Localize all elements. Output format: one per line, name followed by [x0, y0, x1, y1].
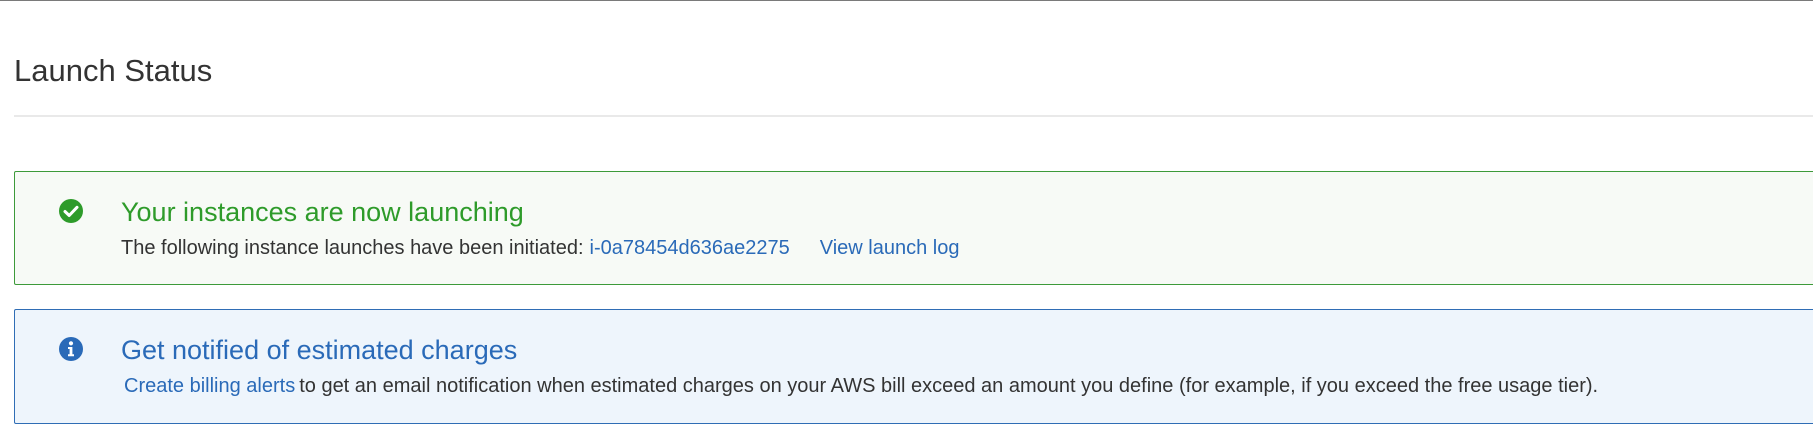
success-message: The following instance launches have bee… — [121, 237, 584, 259]
create-billing-alerts-link[interactable]: Create billing alerts — [124, 375, 295, 397]
info-message: to get an email notification when estima… — [299, 375, 1599, 397]
success-heading: Your instances are now launching — [121, 197, 524, 227]
info-heading: Get notified of estimated charges — [121, 335, 518, 365]
success-message-row: The following instance launches have bee… — [121, 235, 959, 261]
launch-success-alert: Your instances are now launching The fol… — [14, 171, 1813, 285]
page-title: Launch Status — [14, 53, 213, 88]
title-divider — [14, 115, 1813, 117]
billing-info-alert: Get notified of estimated charges Create… — [14, 309, 1813, 424]
info-circle-icon — [58, 336, 84, 362]
instance-id-link[interactable]: i-0a78454d636ae2275 — [590, 237, 790, 259]
top-divider — [0, 0, 1813, 1]
info-message-row: Create billing alerts to get an email not… — [121, 373, 1598, 399]
view-launch-log-link[interactable]: View launch log — [820, 237, 960, 259]
check-circle-icon — [58, 198, 84, 224]
